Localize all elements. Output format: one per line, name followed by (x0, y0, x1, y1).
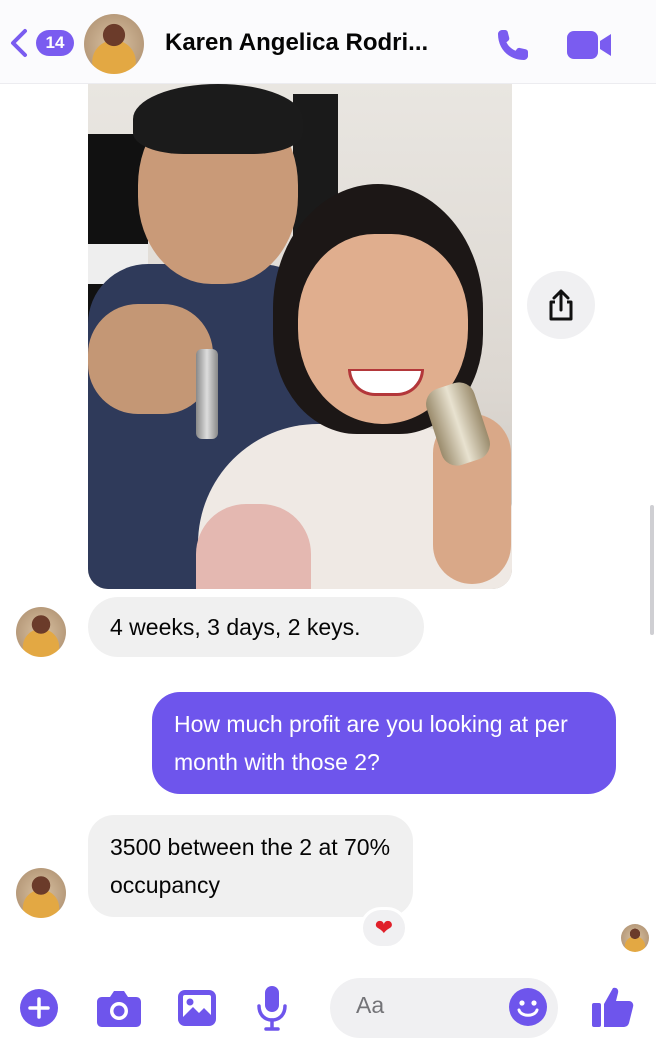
message-bubble-incoming[interactable]: 4 weeks, 3 days, 2 keys. (88, 597, 424, 657)
camera-icon[interactable] (96, 988, 142, 1028)
message-bubble-incoming[interactable]: 3500 between the 2 at 70% occupancy (88, 815, 413, 917)
unread-count-badge: 14 (36, 30, 74, 56)
sender-avatar[interactable] (16, 607, 66, 657)
plus-icon[interactable] (18, 987, 60, 1029)
back-button[interactable]: 14 (8, 26, 74, 60)
shared-photo[interactable] (88, 84, 512, 589)
image-icon[interactable] (176, 988, 218, 1028)
video-camera-icon[interactable] (566, 28, 614, 62)
contact-name[interactable]: Karen Angelica Rodri... (165, 29, 428, 57)
message-bubble-outgoing[interactable]: How much profit are you looking at per m… (152, 692, 616, 794)
phone-icon[interactable] (493, 25, 533, 65)
share-button[interactable] (527, 271, 595, 339)
emoji-icon[interactable] (508, 987, 548, 1027)
sender-avatar[interactable] (16, 868, 66, 918)
heart-reaction[interactable]: ❤ (360, 907, 408, 949)
share-icon (549, 289, 573, 321)
conversation-header: 14 Karen Angelica Rodri... (0, 0, 656, 84)
microphone-icon[interactable] (256, 984, 288, 1032)
scrollbar[interactable] (650, 505, 654, 635)
message-input-placeholder: Aa (356, 992, 385, 1018)
thumbs-up-icon[interactable] (590, 984, 636, 1030)
read-receipt-avatar (621, 924, 649, 952)
chevron-left-icon (11, 29, 27, 57)
contact-avatar[interactable] (84, 14, 144, 74)
